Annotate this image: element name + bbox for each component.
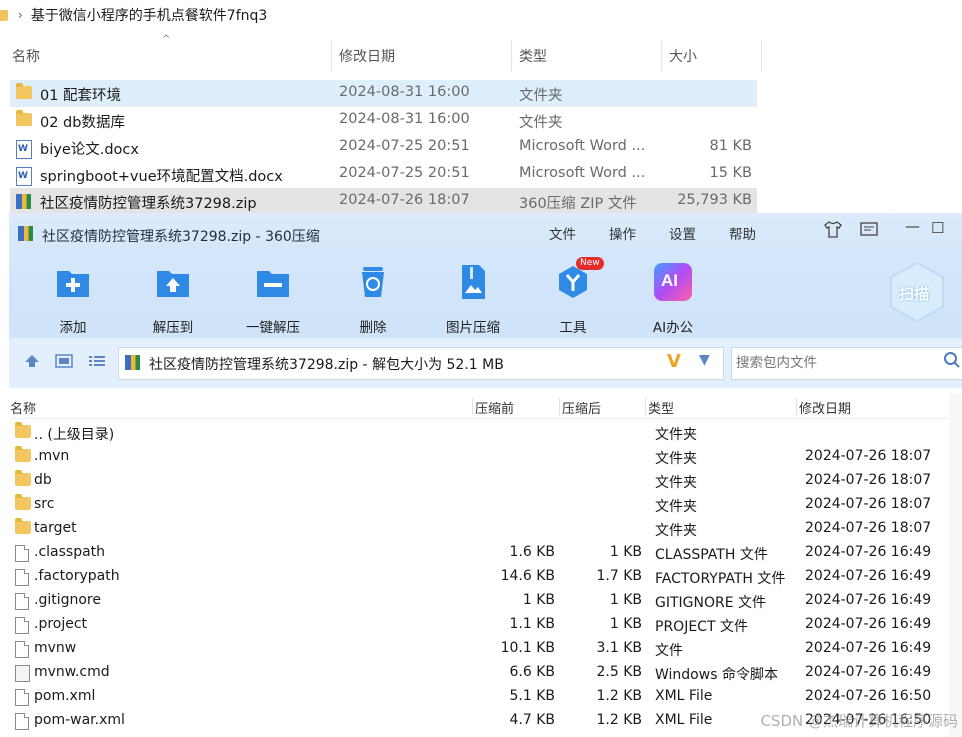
search-icon[interactable] — [943, 351, 961, 374]
list-item[interactable]: .project 1.1 KB 1 KB PROJECT 文件 2024-07-… — [9, 613, 949, 637]
add-icon — [54, 263, 92, 301]
folder-icon — [16, 83, 32, 99]
title-bar[interactable]: 社区疫情防控管理系统37298.zip - 360压缩 文件 操作 设置 帮助 … — [9, 213, 962, 253]
col-header-date[interactable]: 修改日期 — [339, 40, 395, 72]
ai-office-button[interactable]: AI AI办公 — [628, 259, 718, 336]
add-button[interactable]: 添加 — [28, 259, 118, 336]
file-icon — [15, 593, 29, 610]
col-header-date[interactable]: 修改日期 — [799, 398, 851, 417]
sort-up-icon: ^ — [162, 34, 171, 45]
list-item[interactable]: .mvn 文件夹 2024-07-26 18:07 — [9, 445, 949, 469]
list-item[interactable]: .factorypath 14.6 KB 1.7 KB FACTORYPATH … — [9, 565, 949, 589]
file-row[interactable]: springboot+vue环境配置文档.docx 2024-07-25 20:… — [10, 161, 757, 188]
folder-icon — [15, 470, 31, 486]
file-icon — [15, 617, 29, 634]
list-item[interactable]: .classpath 1.6 KB 1 KB CLASSPATH 文件 2024… — [9, 541, 949, 565]
delete-button[interactable]: 删除 — [328, 259, 418, 336]
new-badge: New — [576, 257, 604, 270]
file-icon — [15, 641, 29, 658]
skin-icon[interactable] — [823, 221, 843, 243]
list-view-icon[interactable] — [88, 353, 106, 373]
extract-to-icon — [154, 263, 192, 301]
word-doc-icon — [16, 167, 32, 186]
list-item[interactable]: db 文件夹 2024-07-26 18:07 — [9, 469, 949, 493]
minimize-icon[interactable]: — — [905, 217, 920, 235]
col-header-name[interactable]: 名称 — [10, 398, 36, 417]
menu-operate[interactable]: 操作 — [609, 223, 636, 243]
watermark: CSDN @杰瑞计算机程序源码 — [760, 712, 958, 730]
col-header-size[interactable]: 大小 — [669, 40, 697, 72]
ai-office-icon: AI — [654, 263, 692, 301]
menu-file[interactable]: 文件 — [549, 223, 576, 243]
folder-icon — [15, 518, 31, 534]
window-title: 社区疫情防控管理系统37298.zip - 360压缩 — [42, 229, 320, 245]
scan-button[interactable]: 扫描 — [889, 261, 945, 323]
zip-app-icon — [18, 226, 33, 241]
toolbar: 添加 解压到 一键解压 删除 图片压缩 New 工具 AI AI办公 扫描 — [9, 253, 962, 338]
maximize-icon[interactable]: ☐ — [931, 219, 944, 237]
feedback-icon[interactable] — [859, 221, 879, 243]
list-header: 名称 压缩前 压缩后 类型 修改日期 — [9, 394, 949, 419]
list-item[interactable]: pom.xml 5.1 KB 1.2 KB XML File 2024-07-2… — [9, 685, 949, 709]
file-icon — [15, 713, 29, 730]
chevron-right-icon[interactable]: › — [18, 8, 23, 22]
extract-to-button[interactable]: 解压到 — [128, 259, 218, 336]
col-header-type[interactable]: 类型 — [519, 40, 547, 72]
image-compress-button[interactable]: 图片压缩 — [428, 259, 518, 336]
delete-icon — [354, 263, 392, 301]
col-header-before[interactable]: 压缩前 — [475, 398, 514, 417]
address-bar: 社区疫情防控管理系统37298.zip - 解包大小为 52.1 MB V ▼ — [9, 338, 962, 388]
cmd-script-icon — [15, 665, 30, 682]
chevron-down-icon[interactable]: ▼ — [699, 352, 710, 368]
col-header-name[interactable]: 名称 — [12, 40, 40, 72]
breadcrumb-folder[interactable]: 基于微信小程序的手机点餐软件7fnq3 — [31, 5, 268, 25]
file-icon — [15, 545, 29, 562]
folder-icon — [15, 446, 31, 462]
file-icon — [15, 689, 29, 706]
file-icon — [15, 569, 29, 586]
menu-help[interactable]: 帮助 — [729, 223, 756, 243]
file-row[interactable]: biye论文.docx 2024-07-25 20:51 Microsoft W… — [10, 134, 757, 161]
folder-icon — [15, 494, 31, 510]
word-doc-icon — [16, 140, 32, 159]
file-row-selected[interactable]: 社区疫情防控管理系统37298.zip 2024-07-26 18:07 360… — [10, 188, 757, 215]
folder-icon — [15, 422, 31, 438]
tools-button[interactable]: New 工具 — [528, 257, 618, 336]
breadcrumb[interactable]: › 基于微信小程序的手机点餐软件7fnq3 — [0, 0, 962, 30]
file-row[interactable]: 02 db数据库 2024-08-31 16:00 文件夹 — [10, 107, 757, 134]
vertical-scrollbar[interactable] — [949, 394, 962, 737]
search-box[interactable] — [731, 347, 962, 380]
v-logo-icon[interactable]: V — [667, 351, 681, 372]
col-header-type[interactable]: 类型 — [648, 398, 674, 417]
tools-icon: New — [554, 257, 604, 301]
list-item[interactable]: .gitignore 1 KB 1 KB GITIGNORE 文件 2024-0… — [9, 589, 949, 613]
thumbnail-view-icon[interactable] — [55, 353, 73, 373]
zip-window: 社区疫情防控管理系统37298.zip - 360压缩 文件 操作 设置 帮助 … — [9, 213, 962, 737]
one-click-extract-icon — [254, 263, 292, 301]
list-item[interactable]: mvnw.cmd 6.6 KB 2.5 KB Windows 命令脚本 2024… — [9, 661, 949, 685]
up-level-icon[interactable] — [24, 353, 40, 373]
list-item[interactable]: target 文件夹 2024-07-26 18:07 — [9, 517, 949, 541]
path-field[interactable]: 社区疫情防控管理系统37298.zip - 解包大小为 52.1 MB V ▼ — [118, 347, 724, 380]
zip-archive-icon — [16, 194, 31, 209]
search-input[interactable] — [734, 352, 938, 374]
one-click-extract-button[interactable]: 一键解压 — [228, 259, 318, 336]
list-item[interactable]: mvnw 10.1 KB 3.1 KB 文件 2024-07-26 16:49 — [9, 637, 949, 661]
archive-path: 社区疫情防控管理系统37298.zip - 解包大小为 52.1 MB — [149, 357, 504, 373]
zip-archive-icon — [125, 355, 140, 370]
list-item[interactable]: src 文件夹 2024-07-26 18:07 — [9, 493, 949, 517]
menu-settings[interactable]: 设置 — [669, 223, 696, 243]
list-item[interactable]: .. (上级目录) 文件夹 — [9, 421, 949, 445]
file-row[interactable]: 01 配套环境 2024-08-31 16:00 文件夹 — [10, 80, 757, 107]
folder-icon — [16, 110, 32, 126]
folder-icon — [0, 9, 8, 21]
col-header-after[interactable]: 压缩后 — [562, 398, 601, 417]
scan-label: 扫描 — [899, 285, 930, 303]
image-compress-icon — [454, 263, 492, 301]
